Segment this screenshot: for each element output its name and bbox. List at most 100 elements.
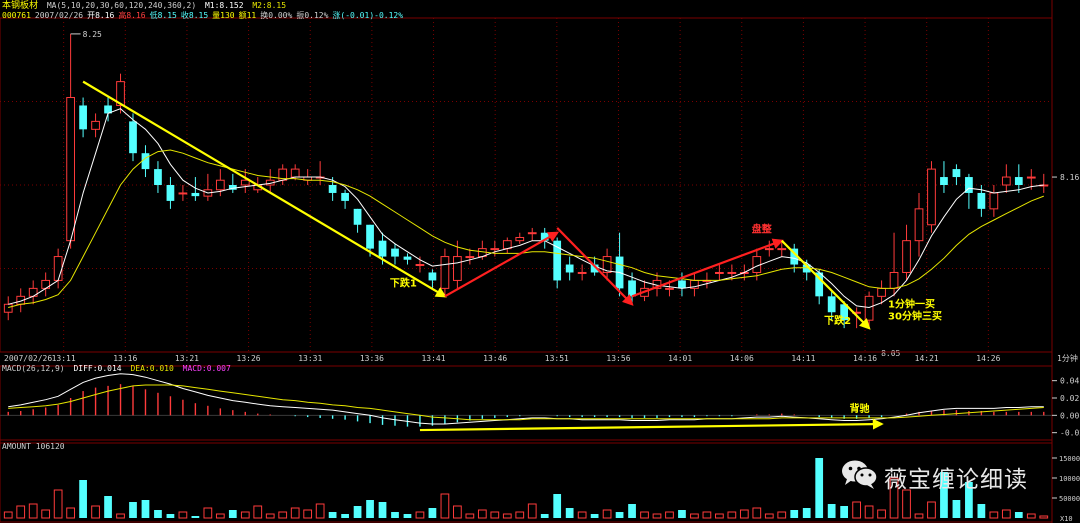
candle: [228, 173, 237, 193]
amount-bar: [665, 511, 674, 519]
trend-arrow: [82, 80, 447, 298]
amount-bar: [53, 489, 63, 519]
amount-bar: [815, 458, 824, 518]
candle: [178, 185, 188, 201]
amount-bar: [328, 512, 337, 518]
amount-bar: [303, 509, 313, 519]
stock-name: 本钢板材: [2, 1, 39, 11]
candle-body: [877, 287, 886, 297]
candle-body: [565, 264, 574, 273]
amount-bar: [1039, 515, 1049, 519]
candle-body: [777, 248, 787, 251]
buy-note: 30分钟三买: [888, 309, 942, 322]
macd-axis-label: -0.02: [1060, 429, 1080, 438]
candle: [315, 161, 325, 185]
candle: [864, 291, 874, 329]
macd-value: MACD:0.007: [182, 364, 231, 373]
amount-bar: [79, 480, 87, 518]
wechat-icon: [842, 460, 878, 489]
candle-body: [166, 185, 175, 201]
amount-bar: [602, 509, 612, 519]
x-tick-label: 13:16: [113, 354, 137, 363]
candle: [265, 169, 275, 193]
candle-body: [79, 105, 87, 130]
amount-bar: [678, 510, 686, 518]
candle-body: [515, 236, 525, 242]
amount-bar: [28, 503, 38, 519]
candle-body: [141, 153, 150, 170]
price-marker-label: 8.05: [881, 349, 900, 358]
header-info-10: 涨(-0.01)-0.12%: [332, 11, 404, 20]
candle: [1001, 164, 1011, 193]
candle-body: [715, 271, 724, 274]
price-marker-label: 8.25: [83, 30, 102, 39]
amount-bar: [652, 513, 662, 519]
candle-body: [914, 208, 924, 242]
divergence-label: 背驰: [850, 402, 870, 415]
candle: [952, 164, 961, 185]
header-info-0: 000761: [2, 11, 31, 20]
arrow-label: 下跌2: [824, 314, 851, 327]
candle-body: [91, 120, 100, 130]
amount-bar: [428, 508, 437, 518]
candle: [902, 224, 911, 281]
amount-bar: [341, 514, 349, 518]
amount-bar: [315, 503, 325, 519]
amount-bar: [977, 504, 986, 518]
amount-bar: [715, 513, 724, 519]
candle-body: [53, 256, 63, 281]
candle-body: [66, 97, 75, 242]
amount-header: AMOUNT 106120: [2, 442, 69, 452]
candle-body: [154, 169, 162, 185]
candle: [79, 97, 87, 138]
amount-bar: [178, 511, 188, 519]
amount-bar: [1014, 512, 1023, 518]
candle-body: [453, 256, 462, 281]
candle: [154, 161, 162, 193]
candle-body: [440, 256, 450, 289]
x-tick-label: 14:11: [791, 354, 815, 363]
candle: [527, 227, 537, 241]
candle-body: [341, 192, 349, 201]
amount-bar: [378, 502, 387, 518]
header-info-6: 量130: [212, 11, 235, 20]
x-tick-label: 14:21: [915, 354, 939, 363]
amount-bar: [989, 511, 999, 519]
amount-bar: [203, 507, 213, 519]
candle: [203, 173, 213, 201]
header-info-4: 低8.15: [149, 11, 177, 20]
amount-bar: [465, 513, 475, 519]
x-tick-label: 13:56: [606, 354, 630, 363]
candle: [116, 73, 125, 114]
macd-axis-label: 0.00: [1060, 411, 1079, 420]
candle-body: [1014, 177, 1023, 185]
candle: [166, 177, 175, 209]
amount-bar: [615, 512, 624, 518]
candle: [565, 256, 574, 281]
x-tick-label: 13:41: [421, 354, 445, 363]
arrow-label: 下跌1: [390, 276, 417, 289]
macd-dea: DEA:0.010: [130, 364, 174, 373]
amount-bar: [391, 512, 399, 518]
header-info-8: 换0.00%: [260, 11, 293, 20]
candle-body: [889, 271, 899, 289]
candle: [989, 185, 999, 217]
ma-m1: M1:8.152: [204, 1, 244, 10]
candle-body: [827, 296, 836, 313]
amount-bar: [141, 500, 150, 518]
candle: [353, 208, 362, 233]
x-tick-label: 14:01: [668, 354, 692, 363]
buy-note: 1分钟一买: [888, 297, 935, 310]
candle-body: [129, 121, 137, 154]
candle-body: [977, 192, 986, 209]
candle: [278, 164, 288, 185]
candle: [91, 113, 100, 138]
amount-bar: [902, 489, 911, 519]
amount-bar: [690, 513, 699, 519]
candle-body: [577, 271, 587, 274]
candle: [341, 189, 349, 209]
candle-body: [727, 271, 737, 274]
amount-bar: [540, 514, 549, 518]
candle: [129, 113, 137, 162]
amount-bar: [590, 514, 599, 518]
